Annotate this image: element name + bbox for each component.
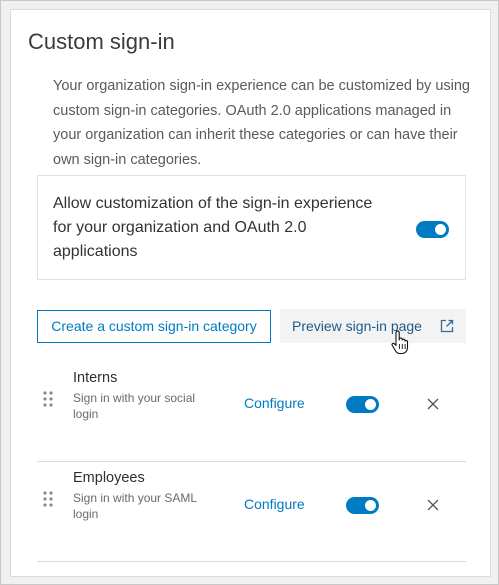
panel-title: Custom sign-in — [28, 29, 175, 54]
external-link-icon — [440, 319, 454, 333]
close-icon[interactable] — [426, 498, 440, 512]
toggle-knob — [365, 399, 376, 410]
drag-handle-icon[interactable] — [42, 490, 54, 508]
drag-handle-icon[interactable] — [42, 390, 54, 408]
category-name: Employees — [73, 470, 145, 486]
category-toggle[interactable] — [346, 497, 379, 514]
category-row: Employees Sign in with your SAML login C… — [37, 462, 466, 562]
configure-link[interactable]: Configure — [244, 395, 305, 411]
preview-sign-in-button[interactable]: Preview sign-in page — [280, 309, 466, 343]
toggle-knob — [435, 224, 446, 235]
toggle-knob — [365, 500, 376, 511]
create-category-button[interactable]: Create a custom sign-in category — [37, 310, 271, 343]
configure-link[interactable]: Configure — [244, 496, 305, 512]
hand-pointer-cursor-icon — [391, 330, 409, 355]
category-subtitle: Sign in with your social login — [73, 391, 196, 421]
allow-customization-toggle[interactable] — [416, 221, 449, 238]
row-divider — [37, 561, 466, 562]
window-frame: Custom sign-in Your organization sign-in… — [0, 0, 499, 585]
category-name: Interns — [73, 370, 118, 386]
custom-sign-in-panel: Custom sign-in Your organization sign-in… — [10, 9, 491, 577]
allow-customization-box: Allow customization of the sign-in exper… — [37, 175, 466, 280]
panel-description: Your organization sign-in experience can… — [53, 78, 470, 168]
category-toggle[interactable] — [346, 396, 379, 413]
close-icon[interactable] — [426, 397, 440, 411]
allow-customization-label: Allow customization of the sign-in exper… — [53, 195, 373, 260]
category-row: Interns Sign in with your social login C… — [37, 362, 466, 462]
category-subtitle: Sign in with your SAML login — [73, 491, 197, 521]
